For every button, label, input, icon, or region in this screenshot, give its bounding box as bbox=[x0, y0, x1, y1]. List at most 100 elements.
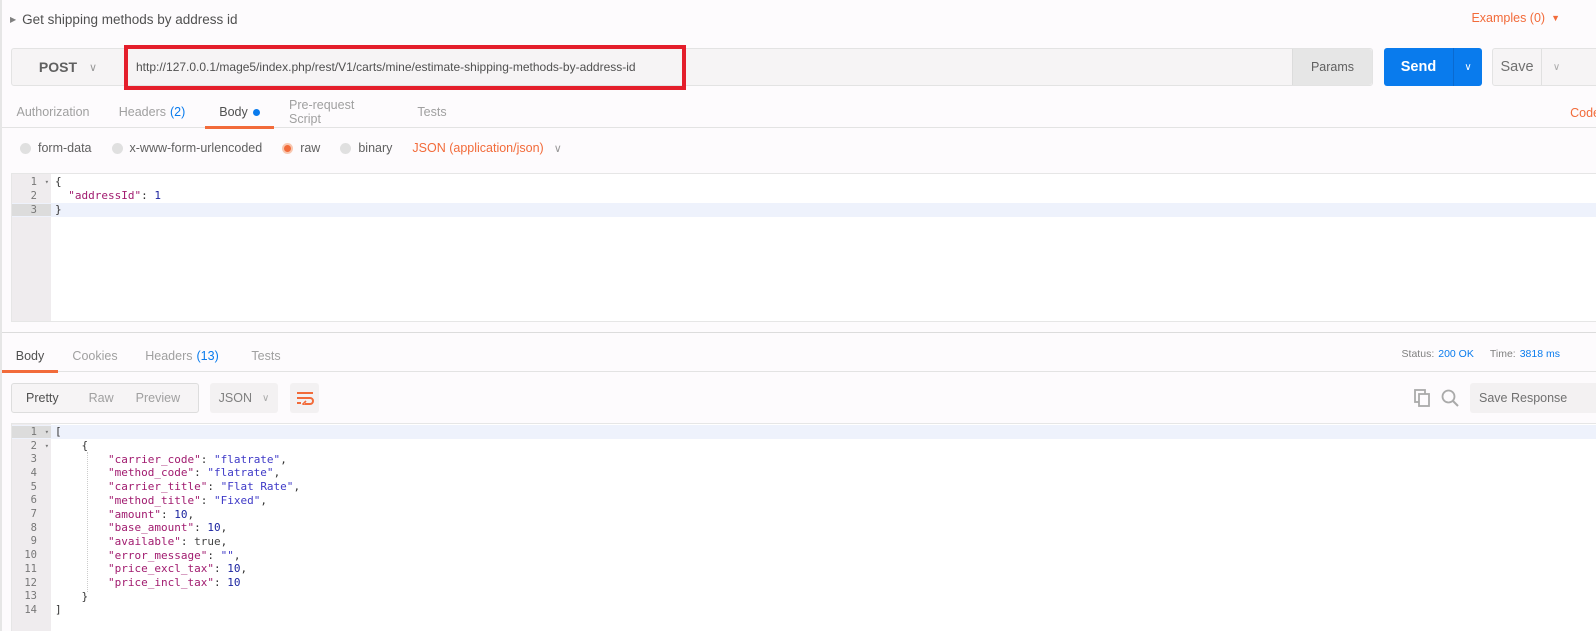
tab-test-results[interactable]: Tests bbox=[251, 340, 281, 372]
code-text: "method_title": "Fixed", bbox=[107, 493, 267, 507]
search-button[interactable] bbox=[1440, 388, 1460, 408]
expand-caret-icon[interactable]: ▶ bbox=[10, 15, 16, 24]
request-title-row[interactable]: ▶ Get shipping methods by address id bbox=[10, 10, 238, 28]
tab-response-body[interactable]: Body bbox=[2, 340, 58, 373]
radio-circle-icon bbox=[111, 142, 123, 154]
tab-label: Body bbox=[15, 349, 45, 363]
time-label: Time: bbox=[1489, 348, 1516, 360]
tab-cookies[interactable]: Cookies bbox=[72, 340, 117, 372]
send-options-chevron-icon[interactable]: ∨ bbox=[1453, 48, 1482, 86]
radio-binary[interactable]: binary bbox=[340, 141, 392, 155]
save-options-chevron-icon[interactable]: ∨ bbox=[1541, 49, 1571, 85]
tab-headers[interactable]: Headers (2) bbox=[118, 96, 186, 128]
json-string: "flatrate" bbox=[207, 466, 274, 480]
save-button[interactable]: Save bbox=[1493, 49, 1541, 85]
json-string: "" bbox=[220, 548, 234, 562]
send-button-group: Send ∨ bbox=[1384, 48, 1482, 86]
tab-label: Headers bbox=[118, 105, 166, 119]
copy-button[interactable] bbox=[1412, 388, 1432, 408]
json-string: "Fixed" bbox=[213, 493, 261, 507]
chevron-down-icon: ∨ bbox=[553, 142, 562, 155]
radio-raw[interactable]: raw bbox=[282, 141, 320, 155]
radio-x-www-form-urlencoded[interactable]: x-www-form-urlencoded bbox=[111, 141, 263, 155]
save-response-button[interactable]: Save Response bbox=[1470, 383, 1596, 413]
line-number: 5 bbox=[30, 480, 37, 493]
line-number: 1 ▾ bbox=[30, 175, 49, 188]
tab-label: Pre-request Script bbox=[289, 98, 355, 126]
tab-authorization[interactable]: Authorization bbox=[16, 96, 90, 128]
code-text: "method_code": "flatrate", bbox=[107, 466, 281, 480]
code-text: "error_message": "", bbox=[107, 548, 241, 562]
json-number: 10 bbox=[174, 507, 188, 521]
line-number: 14 bbox=[24, 603, 37, 616]
params-button[interactable]: Params bbox=[1292, 49, 1372, 85]
examples-label: Examples (0) bbox=[1471, 11, 1546, 25]
line-number: 12 bbox=[24, 576, 37, 589]
headers-count: (13) bbox=[196, 349, 219, 363]
line-number: 7 bbox=[30, 508, 37, 521]
line-number: 9 bbox=[30, 535, 37, 548]
send-button[interactable]: Send bbox=[1384, 48, 1453, 86]
line-number: 1 ▾ bbox=[12, 425, 51, 438]
response-body-viewer[interactable]: 1 ▾ [2 ▾ {3 "carrier_code": "flatrate", 4 "m… bbox=[11, 423, 1596, 631]
line-number: 3 bbox=[12, 203, 51, 216]
code-line: 11 "price_excl_tax": 10, bbox=[12, 562, 1596, 576]
json-number: 10 bbox=[227, 576, 241, 590]
format-label: JSON bbox=[218, 391, 252, 405]
indent-guide bbox=[87, 452, 88, 592]
code-line: 5 "carrier_title": "Flat Rate", bbox=[12, 480, 1596, 494]
copy-icon bbox=[1414, 389, 1430, 407]
examples-dropdown[interactable]: Examples (0) ▼ bbox=[1471, 11, 1560, 25]
url-input[interactable]: http://127.0.0.1/mage5/index.php/rest/V1… bbox=[126, 49, 1296, 85]
tab-tests[interactable]: Tests bbox=[417, 96, 447, 128]
code-link[interactable]: Code bbox=[1570, 106, 1596, 120]
content-type-select[interactable]: JSON (application/json) ∨ bbox=[412, 141, 561, 155]
code-line: 12 "price_incl_tax": 10 bbox=[12, 576, 1596, 590]
radio-circle-icon bbox=[340, 142, 352, 154]
code-line: 1 ▾ [ bbox=[12, 425, 1596, 439]
wrap-lines-button[interactable] bbox=[290, 383, 319, 413]
modified-dot-icon bbox=[252, 108, 260, 116]
code-line: 7 "amount": 10, bbox=[12, 507, 1596, 521]
pane-divider[interactable] bbox=[2, 332, 1596, 333]
code-text: "price_incl_tax": 10 bbox=[107, 576, 241, 590]
request-tabs: Authorization Headers (2) Body Pre-reque… bbox=[2, 96, 1596, 129]
code-line: 3} bbox=[12, 203, 1596, 217]
fold-arrow-icon: ▾ bbox=[44, 427, 49, 436]
json-number: 10 bbox=[227, 562, 241, 576]
response-meta: Status: 200 OK Time: 3818 ms bbox=[1402, 348, 1560, 360]
status-value: 200 OK bbox=[1438, 348, 1474, 360]
radio-label: x-www-form-urlencoded bbox=[129, 141, 263, 155]
tab-body[interactable]: Body bbox=[205, 96, 274, 129]
tab-response-headers[interactable]: Headers (13) bbox=[145, 340, 219, 372]
view-preview[interactable]: Preview bbox=[114, 391, 180, 405]
view-pretty[interactable]: Pretty bbox=[12, 391, 59, 405]
view-raw[interactable]: Raw bbox=[59, 391, 114, 405]
chevron-down-icon: ∨ bbox=[262, 392, 270, 404]
format-select[interactable]: JSON ∨ bbox=[210, 383, 278, 413]
json-key: "price_excl_tax" bbox=[107, 562, 214, 576]
json-key: "carrier_code" bbox=[107, 452, 201, 466]
code-line: 6 "method_title": "Fixed", bbox=[12, 494, 1596, 508]
code-line: 9 "available": true, bbox=[12, 535, 1596, 549]
url-bar: POST ∨ http://127.0.0.1/mage5/index.php/… bbox=[11, 48, 1373, 86]
method-select[interactable]: POST ∨ bbox=[12, 49, 124, 85]
json-key: "addressId" bbox=[68, 189, 142, 203]
request-body-editor[interactable]: 1 ▾{2 "addressId": 1 3} bbox=[11, 173, 1596, 322]
body-mode-selector: form-data x-www-form-urlencoded raw bina… bbox=[20, 138, 562, 158]
json-key: "method_title" bbox=[107, 493, 201, 507]
json-key: "error_message" bbox=[107, 548, 208, 562]
json-boolean: true bbox=[194, 534, 221, 548]
tab-pre-request-script[interactable]: Pre-request Script bbox=[289, 96, 389, 128]
method-label: POST bbox=[38, 59, 78, 75]
line-number: 3 bbox=[30, 453, 37, 466]
line-number: 11 bbox=[24, 562, 37, 575]
caret-down-icon: ▼ bbox=[1551, 13, 1560, 23]
line-number: 2 ▾ bbox=[30, 439, 49, 452]
radio-form-data[interactable]: form-data bbox=[20, 141, 92, 155]
json-key: "carrier_title" bbox=[107, 480, 208, 494]
response-tabs: Body Cookies Headers (13) Tests bbox=[2, 340, 1596, 373]
line-number: 2 bbox=[30, 189, 37, 202]
line-number: 13 bbox=[24, 590, 37, 603]
radio-circle-icon bbox=[20, 142, 31, 154]
